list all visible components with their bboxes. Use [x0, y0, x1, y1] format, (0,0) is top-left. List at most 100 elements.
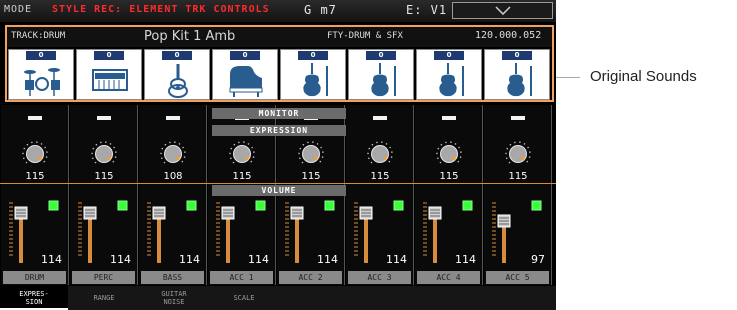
- callout-line: [556, 77, 580, 78]
- sound-slot[interactable]: 0: [484, 49, 550, 100]
- expression-value: 115: [370, 171, 390, 182]
- channel-strip: 115 114 ACC 3: [346, 105, 414, 285]
- tab-label-line2: NOISE: [163, 298, 185, 306]
- program-number: 120.000.052: [475, 30, 542, 41]
- mode-title: STYLE REC: ELEMENT TRK CONTROLS: [52, 4, 270, 15]
- track-sound-panel: TRACK:DRUM Pop Kit 1 Amb FTY-DRUM & SFX …: [5, 25, 554, 102]
- original-sounds-callout: Original Sounds: [590, 68, 697, 85]
- expression-value: 115: [439, 171, 459, 182]
- volume-value: 114: [179, 253, 200, 266]
- monitor-indicator: [442, 116, 456, 120]
- channel-strip: 115 114 DRUM: [1, 105, 69, 285]
- sound-slot[interactable]: 0: [212, 49, 278, 100]
- mute-indicator: [324, 200, 335, 211]
- sound-name[interactable]: Pop Kit 1 Amb: [144, 29, 235, 44]
- slot-tag: 0: [162, 51, 192, 60]
- track-name[interactable]: PERC: [72, 271, 135, 284]
- drum-kit-icon: [24, 68, 60, 96]
- expression-knob[interactable]: [366, 140, 394, 168]
- expression-knob[interactable]: [435, 140, 463, 168]
- track-name[interactable]: ACC 4: [417, 271, 480, 284]
- mute-indicator: [255, 200, 266, 211]
- expression-value: 115: [94, 171, 114, 182]
- expression-knob[interactable]: [159, 140, 187, 168]
- volume-label: VOLUME: [212, 185, 346, 196]
- track-name[interactable]: ACC 2: [279, 271, 342, 284]
- slot-tag: 0: [434, 51, 464, 60]
- sound-slot[interactable]: 0: [348, 49, 414, 100]
- slot-tag: 0: [366, 51, 396, 60]
- violin-icon: [371, 63, 396, 97]
- tab-label: RANGE: [93, 294, 115, 302]
- monitor-indicator: [28, 116, 42, 120]
- chevron-down-icon: [495, 6, 511, 15]
- guitar-icon: [168, 64, 188, 98]
- tab-label-line2: SION: [25, 298, 43, 306]
- tab-range[interactable]: RANGE: [70, 286, 138, 310]
- sound-bank: FTY-DRUM & SFX: [327, 31, 403, 41]
- expression-knob[interactable]: [90, 140, 118, 168]
- monitor-indicator: [166, 116, 180, 120]
- mute-indicator: [462, 200, 473, 211]
- expression-knob[interactable]: [504, 140, 532, 168]
- track-name[interactable]: ACC 3: [348, 271, 411, 284]
- mute-indicator: [393, 200, 404, 211]
- keyboard-icon: [92, 69, 128, 91]
- track-name[interactable]: DRUM: [3, 271, 66, 284]
- monitor-indicator: [373, 116, 387, 120]
- track-name[interactable]: BASS: [141, 271, 204, 284]
- violin-icon: [439, 63, 464, 97]
- channel-strip: 108 114 BASS: [139, 105, 207, 285]
- tab-label: EXPRES-: [19, 290, 49, 298]
- sound-slot[interactable]: 0: [8, 49, 74, 100]
- mute-indicator: [186, 200, 197, 211]
- expression-value: 115: [232, 171, 252, 182]
- sound-slot[interactable]: 0: [144, 49, 210, 100]
- track-name[interactable]: ACC 1: [210, 271, 273, 284]
- track-label: TRACK:DRUM: [11, 31, 66, 41]
- expression-value: 108: [163, 171, 183, 182]
- track-name[interactable]: ACC 5: [486, 271, 549, 284]
- mute-indicator: [48, 200, 59, 211]
- sound-slot[interactable]: 0: [280, 49, 346, 100]
- volume-value: 114: [248, 253, 269, 266]
- mute-indicator: [117, 200, 128, 211]
- expression-label: EXPRESSION: [212, 125, 346, 136]
- tab-guitar[interactable]: GUITAR NOISE: [140, 286, 208, 310]
- expression-value: 115: [508, 171, 528, 182]
- monitor-indicator: [511, 116, 525, 120]
- monitor-indicator: [97, 116, 111, 120]
- violin-icon: [303, 63, 328, 97]
- slot-tag: 0: [230, 51, 260, 60]
- channel-strip: 115 114 PERC: [70, 105, 138, 285]
- volume-value: 114: [455, 253, 476, 266]
- tab-label: SCALE: [233, 294, 255, 302]
- volume-value: 114: [317, 253, 338, 266]
- tab-expres[interactable]: EXPRES- SION: [0, 286, 68, 310]
- mute-indicator: [531, 200, 542, 211]
- expression-knob[interactable]: [228, 140, 256, 168]
- expression-value: 115: [301, 171, 321, 182]
- channel-strip: 115 114 ACC 4: [415, 105, 483, 285]
- slot-tag: 0: [298, 51, 328, 60]
- bottom-tabs: EXPRES- SION RANGE GUITAR NOISE SCALE: [0, 286, 556, 310]
- expression-knob[interactable]: [297, 140, 325, 168]
- sound-slots: 0 0 0 0 0 0 0 0: [7, 49, 552, 100]
- slot-tag: 0: [26, 51, 56, 60]
- tab-scale[interactable]: SCALE: [210, 286, 278, 310]
- expression-value: 115: [25, 171, 45, 182]
- violin-icon: [507, 63, 532, 97]
- variation-display: E: V1: [406, 3, 448, 17]
- volume-value: 97: [531, 253, 545, 266]
- channel-strip: 115 97 ACC 5: [484, 105, 552, 285]
- page-menu-button[interactable]: [452, 2, 553, 19]
- expression-knob[interactable]: [21, 140, 49, 168]
- instrument-display: MODE STYLE REC: ELEMENT TRK CONTROLS G m…: [0, 0, 556, 310]
- sound-slot[interactable]: 0: [76, 49, 142, 100]
- chord-display: G m7: [304, 3, 337, 17]
- piano-icon: [229, 66, 263, 97]
- expression-divider: [0, 183, 556, 184]
- top-bar: MODE STYLE REC: ELEMENT TRK CONTROLS G m…: [0, 0, 556, 22]
- sound-slot[interactable]: 0: [416, 49, 482, 100]
- mode-label: MODE: [4, 4, 33, 15]
